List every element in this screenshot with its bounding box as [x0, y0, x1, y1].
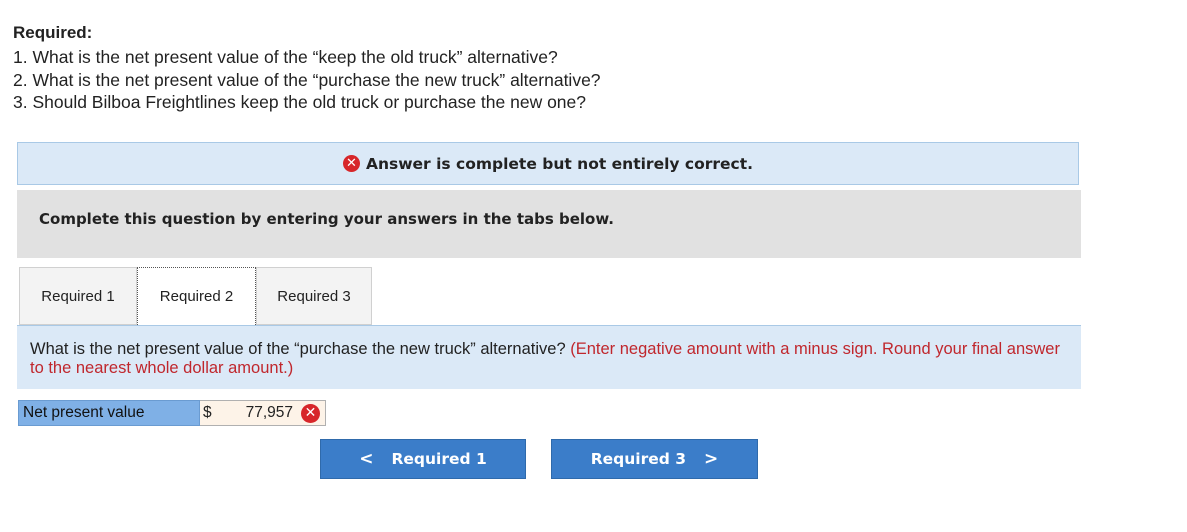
question-panel: What is the net present value of the “pu… [17, 325, 1081, 389]
instructions-panel: Complete this question by entering your … [17, 190, 1081, 258]
answer-status-banner: ✕ Answer is complete but not entirely co… [17, 142, 1079, 185]
net-present-value-input[interactable]: $ 77,957 ✕ [200, 400, 326, 426]
next-required-3-button[interactable]: Required 3 > [551, 439, 758, 479]
instructions-text: Complete this question by entering your … [39, 210, 614, 228]
answer-status-text: Answer is complete but not entirely corr… [365, 154, 754, 173]
required-item-1: 1. What is the net present value of the … [13, 47, 558, 67]
currency-symbol: $ [203, 404, 212, 421]
tab-required-3[interactable]: Required 3 [256, 267, 372, 325]
required-item-2: 2. What is the net present value of the … [13, 69, 601, 90]
x-icon: ✕ [342, 155, 360, 172]
tab-required-2[interactable]: Required 2 [137, 267, 256, 325]
next-button-label: Required 3 [590, 450, 687, 468]
incorrect-x-icon: ✕ [301, 404, 320, 423]
tab-bar: Required 1 Required 2 Required 3 [19, 267, 372, 325]
required-section: Required: 1. What is the net present val… [13, 22, 601, 114]
net-present-value-value: 77,957 [245, 404, 293, 421]
required-title: Required: [13, 23, 93, 42]
chevron-right-icon: > [704, 449, 719, 469]
question-text: What is the net present value of the “pu… [30, 340, 1070, 378]
answer-row: Net present value $ 77,957 ✕ [18, 400, 326, 426]
required-item-3: 3. Should Bilboa Freightlines keep the o… [13, 92, 586, 112]
question-prompt: What is the net present value of the “pu… [30, 340, 566, 358]
prev-required-1-button[interactable]: < Required 1 [320, 439, 526, 479]
chevron-left-icon: < [359, 449, 374, 469]
prev-button-label: Required 1 [391, 450, 487, 468]
tab-required-1[interactable]: Required 1 [19, 267, 137, 325]
net-present-value-label: Net present value [18, 400, 200, 426]
